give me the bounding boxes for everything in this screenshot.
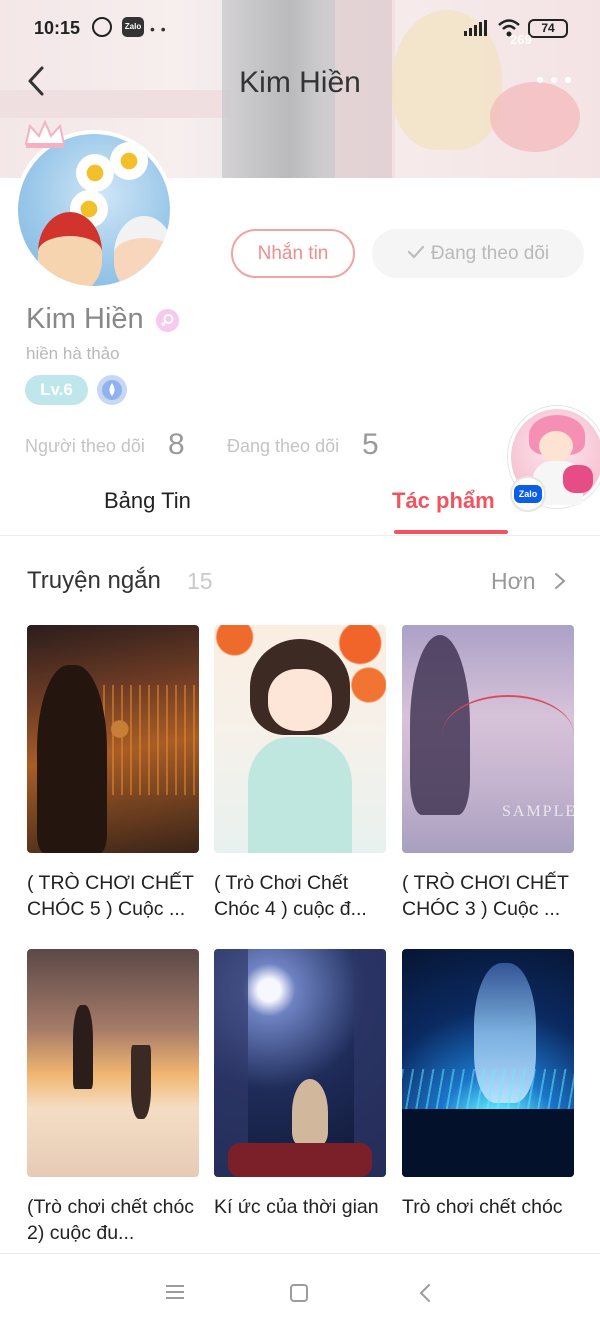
rank-drop-icon[interactable] (97, 375, 127, 405)
level-badge[interactable]: Lv.6 (25, 375, 88, 405)
cover-ribbon (442, 695, 574, 775)
signal-icon (464, 20, 487, 36)
story-card[interactable]: Trò chơi chết chóc (402, 949, 574, 1246)
avatar-daisy (76, 154, 114, 192)
bubble-avatar-face (539, 431, 573, 461)
following-button[interactable]: Đang theo dõi (372, 229, 584, 278)
cover-character-dress (248, 737, 352, 853)
more-options-icon[interactable] (534, 70, 574, 90)
overflow-notification-icon: • • (150, 21, 167, 37)
story-cover[interactable] (214, 625, 386, 853)
cover-water (402, 1109, 574, 1177)
story-cover[interactable] (27, 625, 199, 853)
story-title[interactable]: Trò chơi chết chóc (402, 1194, 574, 1246)
story-title[interactable]: (Trò chơi chết chóc 2) cuộc đu... (27, 1194, 199, 1246)
story-title[interactable]: ( TRÒ CHƠI CHẾT CHÓC 3 ) Cuộc ... (402, 870, 574, 922)
avatar-character-right (114, 216, 170, 286)
profile-handle: hiền hà thảo (26, 344, 120, 363)
cover-figure (37, 665, 107, 853)
cover-couch (228, 1143, 372, 1177)
page-title: Kim Hiền (239, 66, 361, 99)
battery-icon: 74 (528, 19, 568, 38)
status-bar: 10:15 Zalo • • 74 269 (0, 0, 600, 56)
profile-name: Kim Hiền (26, 303, 144, 335)
cover-character (292, 1079, 328, 1145)
bubble-avatar-bag (563, 465, 593, 493)
story-cover[interactable] (214, 949, 386, 1177)
tab-works[interactable]: Tác phẩm (392, 488, 495, 514)
home-icon[interactable] (290, 1284, 308, 1302)
active-tab-indicator (394, 530, 508, 534)
system-back-icon[interactable] (416, 1282, 434, 1304)
following-count[interactable]: 5 (362, 428, 379, 462)
cover-watermark: SAMPLE (502, 803, 574, 820)
tab-feed[interactable]: Bảng Tin (104, 488, 191, 514)
zalo-app-icon[interactable]: Zalo (510, 476, 546, 512)
avatar[interactable] (14, 130, 174, 290)
story-cover[interactable] (27, 949, 199, 1177)
chevron-right-icon[interactable] (552, 572, 568, 590)
story-card[interactable]: SAMPLE ( TRÒ CHƠI CHẾT CHÓC 3 ) Cuộc ... (402, 625, 574, 922)
story-title[interactable]: ( TRÒ CHƠI CHẾT CHÓC 5 ) Cuộc ... (27, 870, 199, 922)
avatar-character-left (38, 212, 102, 286)
section-title: Truyện ngắn (27, 567, 161, 594)
cover-silhouette (73, 1005, 93, 1089)
story-card[interactable]: Kí ức của thời gian (214, 949, 386, 1246)
status-time: 10:15 (34, 18, 81, 38)
check-icon (407, 245, 424, 259)
following-label[interactable]: Đang theo dõi (227, 436, 339, 457)
zalo-notification-icon: Zalo (122, 17, 144, 37)
story-cover[interactable] (402, 949, 574, 1177)
story-card[interactable]: ( TRÒ CHƠI CHẾT CHÓC 5 ) Cuộc ... (27, 625, 199, 922)
alarm-icon (92, 17, 112, 37)
status-badge: 269 (510, 32, 532, 47)
cover-character-face (268, 669, 332, 731)
story-card[interactable]: (Trò chơi chết chóc 2) cuộc đu... (27, 949, 199, 1246)
story-title[interactable]: Kí ức của thời gian (214, 1194, 386, 1246)
divider (0, 535, 600, 536)
story-card[interactable]: ( Trò Chơi Chết Chóc 4 ) cuộc đ... (214, 625, 386, 922)
story-title[interactable]: ( Trò Chơi Chết Chóc 4 ) cuộc đ... (214, 870, 386, 922)
story-cover[interactable]: SAMPLE (402, 625, 574, 853)
following-button-label: Đang theo dõi (430, 243, 550, 264)
message-button[interactable]: Nhắn tin (231, 229, 355, 278)
more-link[interactable]: Hơn (491, 568, 535, 595)
cover-silhouette-reflection (131, 1045, 151, 1119)
section-count: 15 (187, 568, 213, 594)
zalo-chip-label: Zalo (514, 485, 542, 503)
crown-icon (24, 119, 66, 148)
female-gender-icon (156, 309, 179, 332)
followers-label[interactable]: Người theo dõi (25, 436, 145, 457)
followers-count[interactable]: 8 (168, 428, 185, 462)
recent-apps-icon[interactable] (164, 1283, 186, 1301)
avatar-daisy (110, 142, 148, 180)
